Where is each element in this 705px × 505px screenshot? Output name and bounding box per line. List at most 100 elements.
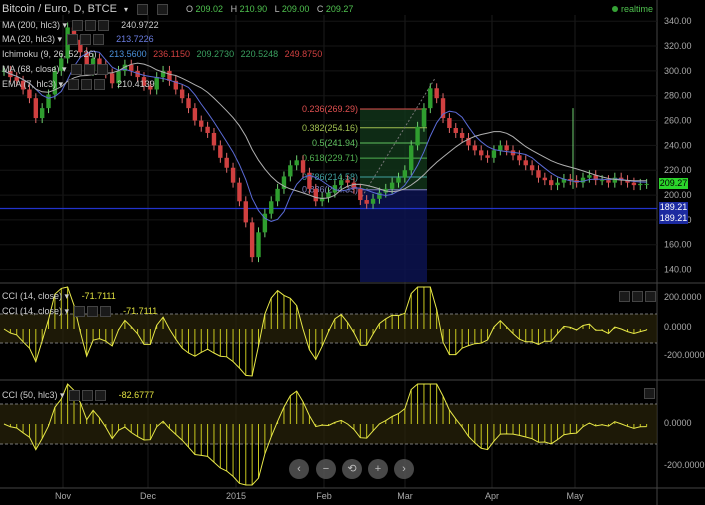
ind-name[interactable]: EMA (7, hlc3) xyxy=(2,79,56,89)
close-icon[interactable] xyxy=(99,306,111,318)
candle-body xyxy=(46,94,51,109)
ind-value: 213.7226 xyxy=(116,34,154,44)
y-tick-label: 320.00 xyxy=(664,41,692,51)
settings-icon[interactable] xyxy=(71,20,83,32)
cci-tick-label: -200.0000 xyxy=(664,350,705,360)
ind-name[interactable]: CCI (50, hlc3) xyxy=(2,390,58,400)
x-tick-label: Mar xyxy=(397,491,413,501)
close-pane-icon[interactable] xyxy=(645,291,656,303)
visibility-icon[interactable] xyxy=(80,79,92,91)
scroll-right-button[interactable]: › xyxy=(394,459,414,479)
candle-body xyxy=(599,180,605,182)
candle-body xyxy=(364,200,369,204)
candle-body xyxy=(498,145,503,151)
ind-name[interactable]: Ichimoku (9, 26, 52, 26) xyxy=(2,49,97,59)
settings-icon[interactable] xyxy=(137,3,149,15)
candle-body xyxy=(39,108,45,119)
reset-chart-button[interactable]: ⟲ xyxy=(342,459,362,479)
indicator-ma68[interactable]: MA (68, close) ▾ xyxy=(2,64,109,76)
close-icon[interactable] xyxy=(93,79,105,91)
move-up-icon[interactable] xyxy=(619,291,630,303)
status-label: realtime xyxy=(620,4,653,14)
x-tick-label: Apr xyxy=(485,491,499,501)
candle-body xyxy=(409,145,414,171)
open-value: 209.02 xyxy=(195,4,224,14)
current-price-tag: 209.27 xyxy=(659,177,688,189)
indicator-ma20[interactable]: MA (20, hlc3) ▾ 213.7226 xyxy=(2,34,154,46)
settings-icon[interactable] xyxy=(71,64,83,76)
candle-body xyxy=(33,98,39,119)
ind-value: 240.9722 xyxy=(121,20,159,30)
close-icon[interactable] xyxy=(95,390,107,402)
candle-body xyxy=(447,118,452,129)
ind-name[interactable]: MA (20, hlc3) xyxy=(2,34,55,44)
candle-body xyxy=(192,108,198,121)
high-value: 210.90 xyxy=(239,4,268,14)
visibility-icon[interactable] xyxy=(86,306,98,318)
fib-zone-blue xyxy=(360,189,427,282)
cci14-legend[interactable]: CCI (14, close) ▾ -71.7111 xyxy=(2,291,116,302)
visibility-icon[interactable] xyxy=(157,3,169,15)
price-chart[interactable]: Nov Dec 2015 Feb Mar Apr May 340.00 320.00 300.00… xyxy=(0,0,705,505)
fib-zone xyxy=(360,109,427,190)
candle-body xyxy=(542,177,548,181)
close-icon[interactable] xyxy=(92,34,104,46)
y-tick-label: 140.00 xyxy=(664,265,692,275)
candle-body xyxy=(440,98,446,119)
visibility-icon[interactable] xyxy=(79,34,91,46)
indicator-ichimoku[interactable]: Ichimoku (9, 26, 52, 26) 213.5600 236.11… xyxy=(2,49,322,60)
settings-icon[interactable] xyxy=(66,34,78,46)
visibility-icon[interactable] xyxy=(82,390,94,402)
candle-body xyxy=(428,88,433,109)
candle-body xyxy=(453,128,458,133)
candle-body xyxy=(523,160,528,166)
cci50-legend[interactable]: CCI (50, hlc3) ▾ -82.6777 xyxy=(2,390,154,402)
move-up-icon[interactable] xyxy=(644,388,655,400)
ind-name[interactable]: MA (68, close) xyxy=(2,64,60,74)
pane-controls xyxy=(617,288,656,306)
candle-body xyxy=(243,201,248,223)
x-tick-label: Dec xyxy=(140,491,157,501)
candle-body xyxy=(415,126,420,146)
y-tick-label: 160.00 xyxy=(664,240,692,250)
close-value: 209.27 xyxy=(325,4,354,14)
fib-level-label: 0.236(269.29) xyxy=(302,104,358,114)
cci-tick-label: 200.0000 xyxy=(664,292,702,302)
o-label: O xyxy=(186,4,194,14)
indicator-ema7[interactable]: EMA (7, hlc3) ▾ 210.4139 xyxy=(2,79,155,91)
ind-value: 220.5248 xyxy=(240,49,279,59)
horizontal-line-tag: 189.21 xyxy=(659,213,688,225)
symbol-label[interactable]: Bitcoin / Euro, D, BTCE xyxy=(2,3,117,15)
candle-body xyxy=(491,150,497,158)
cci-tick-label: -200.0000 xyxy=(664,460,705,470)
close-icon[interactable] xyxy=(97,20,109,32)
x-tick-label: Nov xyxy=(55,491,72,501)
scroll-left-button[interactable]: ‹ xyxy=(289,459,309,479)
symbol-dropdown-icon[interactable]: ▾ xyxy=(124,5,128,14)
close-icon[interactable] xyxy=(97,64,109,76)
ind-value: 249.8750 xyxy=(284,49,323,59)
candle-body xyxy=(396,177,401,183)
ind-name[interactable]: MA (200, hlc3) xyxy=(2,20,60,30)
visibility-icon[interactable] xyxy=(84,20,96,32)
fib-level-label: 0.382(254.16) xyxy=(302,123,358,133)
indicator-ma200[interactable]: MA (200, hlc3) ▾ 240.9722 xyxy=(2,20,159,32)
ma20-line xyxy=(3,50,647,222)
ind-name[interactable]: CCI (14, close) xyxy=(2,291,62,301)
candle-body xyxy=(269,201,274,214)
y-tick-label: 260.00 xyxy=(664,116,692,126)
cci14b-legend[interactable]: CCI (14, close) ▾ -71.7111 xyxy=(2,306,157,318)
h-label: H xyxy=(230,4,238,14)
visibility-icon[interactable] xyxy=(84,64,96,76)
candle-body xyxy=(300,160,306,173)
settings-icon[interactable] xyxy=(69,390,81,402)
zoom-out-button[interactable]: − xyxy=(316,459,336,479)
settings-icon[interactable] xyxy=(73,306,85,318)
symbol-title[interactable]: Bitcoin / Euro, D, BTCE ▾ xyxy=(2,3,172,15)
zoom-in-button[interactable]: + xyxy=(368,459,388,479)
settings-icon[interactable] xyxy=(67,79,79,91)
ind-value: -71.7111 xyxy=(81,291,116,301)
ind-name[interactable]: CCI (14, close) xyxy=(2,306,62,316)
move-down-icon[interactable] xyxy=(632,291,643,303)
candle-body xyxy=(205,126,210,133)
